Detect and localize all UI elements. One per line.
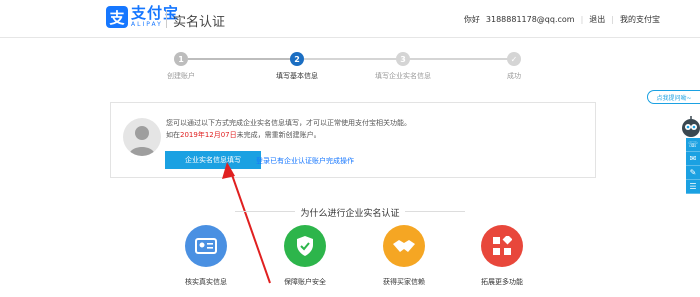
feature-verify-info: 核实真实信息 [176,225,236,287]
edit-icon[interactable]: ✎ [686,166,700,180]
feedback-tab[interactable]: 点我提问呦~ [647,90,700,104]
feedback-icon[interactable]: ☰ [686,180,700,194]
feature-account-security: 保障账户安全 [275,225,335,287]
feature-label: 拓展更多功能 [481,278,523,286]
step-connector [304,58,400,60]
shield-icon [284,225,326,267]
info-text-line2: 如在2019年12月07日未完成，需重新创建账户。 [166,131,321,139]
step-4-label: 成功 [507,72,521,80]
info-text-line1: 您可以通过以下方式完成企业实名信息填写，才可以正常使用支付宝相关功能。 [166,119,411,127]
step-2-label: 填写基本信息 [276,72,318,80]
feature-label: 核实真实信息 [185,278,227,286]
feature-label: 保障账户安全 [284,278,326,286]
step-1-circle: 1 [174,52,188,66]
feature-more-functions: 拓展更多功能 [472,225,532,287]
id-card-icon [185,225,227,267]
chat-icon[interactable]: ✉ [686,152,700,166]
login-existing-account-link[interactable]: 登录已有企业认证账户完成操作 [256,156,354,166]
feature-buyer-trust: 获得买家信赖 [374,225,434,287]
step-3-circle: 3 [396,52,410,66]
handshake-icon [383,225,425,267]
default-avatar-icon [123,118,161,156]
side-toolbar: ☏ ✉ ✎ ☰ [686,138,700,194]
feature-label: 获得买家信赖 [383,278,425,286]
step-connector [408,58,512,60]
fill-enterprise-info-button[interactable]: 企业实名信息填写 [165,151,261,169]
verification-info-box: 您可以通过以下方式完成企业实名信息填写，才可以正常使用支付宝相关功能。 如在20… [110,102,596,178]
step-4-check-icon: ✓ [507,52,521,66]
headset-icon[interactable]: ☏ [686,138,700,152]
step-3-label: 填写企业实名信息 [375,72,431,80]
step-connector [188,58,296,60]
step-2-circle: 2 [290,52,304,66]
progress-steps: 1 2 3 ✓ 创建账户 填写基本信息 填写企业实名信息 成功 [0,0,700,90]
step-1-label: 创建账户 [167,72,195,80]
title-divider-right [405,211,465,212]
why-section-title: 为什么进行企业实名认证 [300,209,400,219]
deadline-date: 2019年12月07日 [180,131,237,139]
robot-assistant-icon[interactable] [680,116,700,138]
apps-icon [481,225,523,267]
